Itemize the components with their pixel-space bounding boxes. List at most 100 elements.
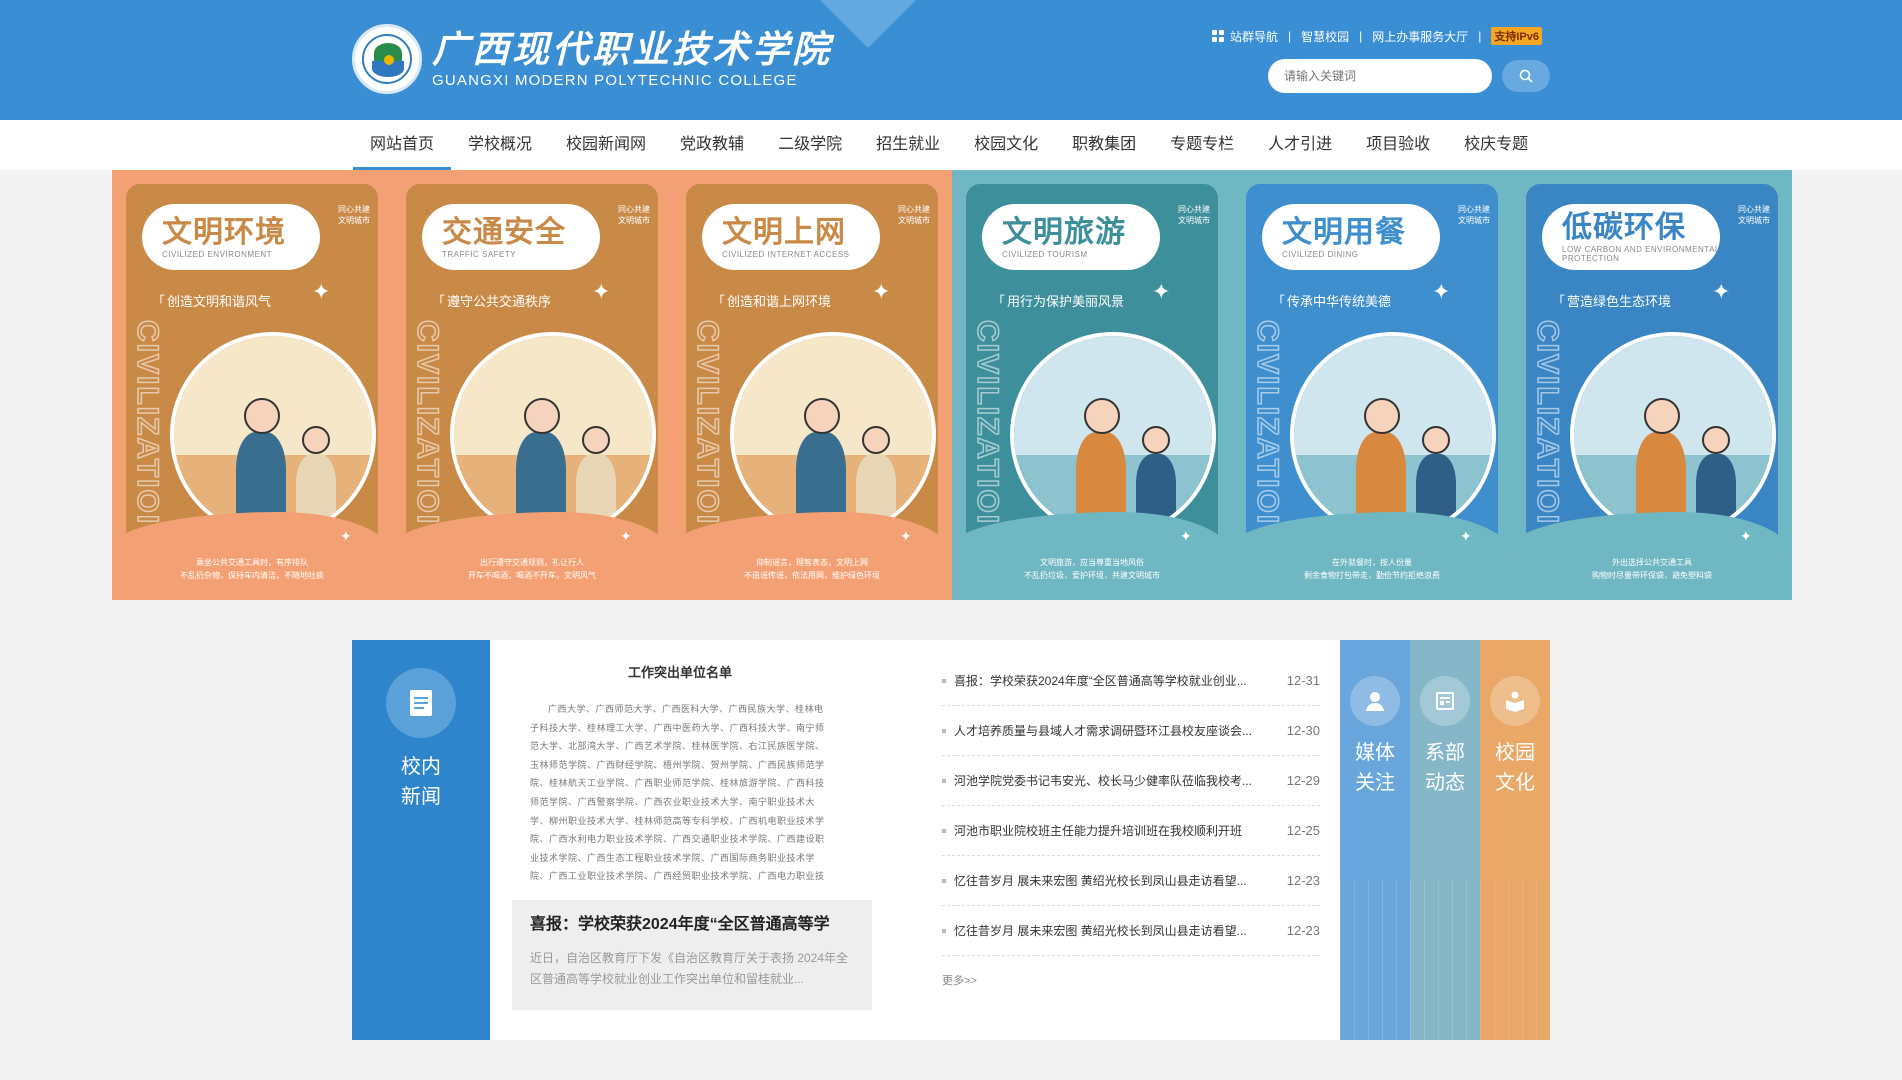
poster-corner-text: 同心共建 文明城市 xyxy=(1738,205,1770,225)
separator: | xyxy=(1287,29,1292,43)
poster-illustration xyxy=(170,332,376,538)
poster-footnote: 乘坐公共交通工具时，有序排队 不乱扔杂物，保持车内清洁，不随地吐痰 xyxy=(180,558,324,580)
poster-corner-text: 同心共建 文明城市 xyxy=(338,205,370,225)
separator: | xyxy=(1359,29,1363,43)
nav-item-news[interactable]: 校园新闻网 xyxy=(549,120,663,170)
search-button[interactable] xyxy=(1502,60,1550,92)
news-item[interactable]: 忆往昔岁月 展未来宏图 黄绍光校长到凤山县走访看望... 12-23 xyxy=(942,906,1320,956)
nav-item-talent[interactable]: 人才引进 xyxy=(1251,120,1349,170)
bullet-icon xyxy=(942,678,946,683)
search-input[interactable] xyxy=(1268,59,1492,93)
news-item[interactable]: 喜报：学校荣获2024年度“全区普通高等学校就业创业... 12-31 xyxy=(942,656,1320,706)
news-title[interactable]: 忆往昔岁月 展未来宏图 黄绍光校长到凤山县走访看望... xyxy=(954,922,1270,939)
poster-slogan: 遵守公共交通秩序 xyxy=(432,291,652,310)
sparkle-icon: ✦ xyxy=(592,280,611,305)
nav-item-about[interactable]: 学校概况 xyxy=(451,120,549,170)
nav-item-colleges[interactable]: 二级学院 xyxy=(761,120,859,170)
sparkle-icon: ✦ xyxy=(900,529,912,545)
news-item[interactable]: 忆往昔岁月 展未来宏图 黄绍光校长到凤山县走访看望... 12-23 xyxy=(942,856,1320,906)
site-header: 广西现代职业技术学院 GUANGXI MODERN POLYTECHNIC CO… xyxy=(0,0,1902,120)
search-icon xyxy=(1519,69,1533,83)
tile-decoration xyxy=(1410,880,1480,1040)
poster-slogan: 营造绿色生态环境 xyxy=(1552,291,1772,310)
nav-item-home[interactable]: 网站首页 xyxy=(353,120,452,170)
sparkle-icon: ✦ xyxy=(872,280,891,305)
news-title[interactable]: 人才培养质量与县域人才需求调研暨环江县校友座谈会... xyxy=(954,722,1270,739)
media-tile[interactable]: 媒体 关注 xyxy=(1340,640,1410,1040)
nav-item-party[interactable]: 党政教辅 xyxy=(663,120,761,170)
poster-illustration xyxy=(1010,332,1216,538)
news-title[interactable]: 河池学院党委书记韦安光、校长马少健率队莅临我校考... xyxy=(954,772,1270,789)
online-service-link[interactable]: 网上办事服务大厅 xyxy=(1372,28,1468,45)
poster-illustration xyxy=(730,332,936,538)
poster-slogan: 传承中华传统美德 xyxy=(1272,291,1492,310)
document-icon xyxy=(386,668,456,738)
nav-item-acceptance[interactable]: 项目验收 xyxy=(1349,120,1447,170)
featured-caption[interactable]: 喜报：学校荣获2024年度“全区普通高等学 近日，自治区教育厅下发《自治区教育厅… xyxy=(512,900,872,1010)
site-logo[interactable]: 广西现代职业技术学院 GUANGXI MODERN POLYTECHNIC CO… xyxy=(352,24,832,94)
nav-item-vocational-group[interactable]: 职教集团 xyxy=(1055,120,1153,170)
campus-culture-tile[interactable]: 校园 文化 xyxy=(1480,640,1550,1040)
separator: | xyxy=(1478,29,1482,43)
poster-title: 交通安全 xyxy=(442,215,566,249)
poster-vertical-text: CIVILIZATIOI xyxy=(130,319,165,526)
news-item[interactable]: 河池学院党委书记韦安光、校长马少健率队莅临我校考... 12-29 xyxy=(942,756,1320,806)
media-label: 媒体 关注 xyxy=(1355,742,1395,794)
poster-slogan: 创造文明和谐风气 xyxy=(152,291,372,310)
nav-item-special[interactable]: 专题专栏 xyxy=(1153,120,1251,170)
tile-decoration xyxy=(1480,880,1550,1040)
poster-corner-text: 同心共建 文明城市 xyxy=(1178,205,1210,225)
dept-news-tile[interactable]: 系部 动态 xyxy=(1410,640,1480,1040)
banner-poster[interactable]: CIVILIZATIOI 文明旅游 CIVILIZED TOURISM 同心共建… xyxy=(952,170,1232,600)
poster-slogan: 创造和谐上网环境 xyxy=(712,291,932,310)
poster-subtitle: CIVILIZED TOURISM xyxy=(1002,249,1088,259)
news-title[interactable]: 喜报：学校荣获2024年度“全区普通高等学校就业创业... xyxy=(954,672,1270,689)
poster-title-pill: 文明环境 CIVILIZED ENVIRONMENT xyxy=(142,204,320,270)
news-item[interactable]: 河池市职业院校班主任能力提升培训班在我校顺利开班 12-25 xyxy=(942,806,1320,856)
bullet-icon xyxy=(942,928,946,933)
banner-poster[interactable]: CIVILIZATIOI 文明用餐 CIVILIZED DINING 同心共建 … xyxy=(1232,170,1512,600)
news-date: 12-30 xyxy=(1286,723,1320,738)
featured-news[interactable]: 工作突出单位名单 广西大学、广西师范大学、广西医科大学、广西民族大学、桂林电子科… xyxy=(490,640,902,1040)
campus-news-label: 校内 新闻 xyxy=(401,756,441,808)
banner-poster[interactable]: CIVILIZATIOI 文明上网 CIVILIZED INTERNET ACC… xyxy=(672,170,952,600)
smart-campus-link[interactable]: 智慧校园 xyxy=(1301,28,1349,45)
banner-poster[interactable]: CIVILIZATIOI 交通安全 TRAFFIC SAFETY 同心共建 文明… xyxy=(392,170,672,600)
featured-title[interactable]: 喜报：学校荣获2024年度“全区普通高等学 xyxy=(530,912,854,938)
news-title[interactable]: 忆往昔岁月 展未来宏图 黄绍光校长到凤山县走访看望... xyxy=(954,872,1270,889)
news-date: 12-29 xyxy=(1286,773,1320,788)
banner-poster[interactable]: CIVILIZATIOI 低碳环保 LOW CARBON AND ENVIRON… xyxy=(1512,170,1792,600)
more-link[interactable]: 更多>> xyxy=(942,972,977,988)
featured-image-text: 广西大学、广西师范大学、广西医科大学、广西民族大学、桂林电子科技大学、桂林理工大… xyxy=(530,705,825,883)
banner-carousel[interactable]: CIVILIZATIOI 文明环境 CIVILIZED ENVIRONMENT … xyxy=(112,170,1792,600)
sparkle-icon: ✦ xyxy=(1712,280,1731,305)
poster-vertical-text: CIVILIZATIOI xyxy=(410,319,445,526)
bullet-icon xyxy=(942,828,946,833)
news-item[interactable]: 人才培养质量与县域人才需求调研暨环江县校友座谈会... 12-30 xyxy=(942,706,1320,756)
nav-item-admission[interactable]: 招生就业 xyxy=(859,120,957,170)
poster-corner-text: 同心共建 文明城市 xyxy=(618,205,650,225)
poster-title: 文明上网 xyxy=(722,215,846,249)
poster-slogan: 用行为保护美丽风景 xyxy=(992,291,1212,310)
sparkle-icon: ✦ xyxy=(1152,280,1171,305)
poster-title-pill: 文明旅游 CIVILIZED TOURISM xyxy=(982,204,1160,270)
poster-vertical-text: CIVILIZATIOI xyxy=(1250,319,1285,526)
poster-footnote: 文明旅游，应当尊重当地风俗 不乱扔垃圾，爱护环境，共建文明城市 xyxy=(1024,558,1160,580)
news-date: 12-23 xyxy=(1286,923,1320,938)
poster-illustration xyxy=(1570,332,1776,538)
site-nav-link[interactable]: 站群导航 xyxy=(1230,28,1278,45)
nav-item-culture[interactable]: 校园文化 xyxy=(957,120,1055,170)
news-date: 12-23 xyxy=(1286,873,1320,888)
college-emblem-icon xyxy=(352,24,422,94)
banner-poster[interactable]: CIVILIZATIOI 文明环境 CIVILIZED ENVIRONMENT … xyxy=(112,170,392,600)
poster-footnote: 出行遵守交通规则，礼让行人 开车不喝酒，喝酒不开车，文明风气 xyxy=(468,558,596,580)
poster-footnote: 抑制谣言，理智表态，文明上网 不造谣传谣，依法用网，维护绿色环境 xyxy=(744,558,880,580)
newspaper-icon xyxy=(1420,676,1470,726)
campus-news-tile[interactable]: 校内 新闻 xyxy=(352,640,490,1040)
poster-title: 文明用餐 xyxy=(1282,215,1406,249)
news-title[interactable]: 河池市职业院校班主任能力提升培训班在我校顺利开班 xyxy=(954,822,1270,839)
sparkle-icon: ✦ xyxy=(620,529,632,545)
dept-news-label: 系部 动态 xyxy=(1425,742,1465,794)
poster-footnote: 在外就餐时，按人份量 剩余食物打包带走，勤俭节约拒绝浪费 xyxy=(1304,558,1440,580)
nav-item-anniversary[interactable]: 校庆专题 xyxy=(1447,120,1545,170)
